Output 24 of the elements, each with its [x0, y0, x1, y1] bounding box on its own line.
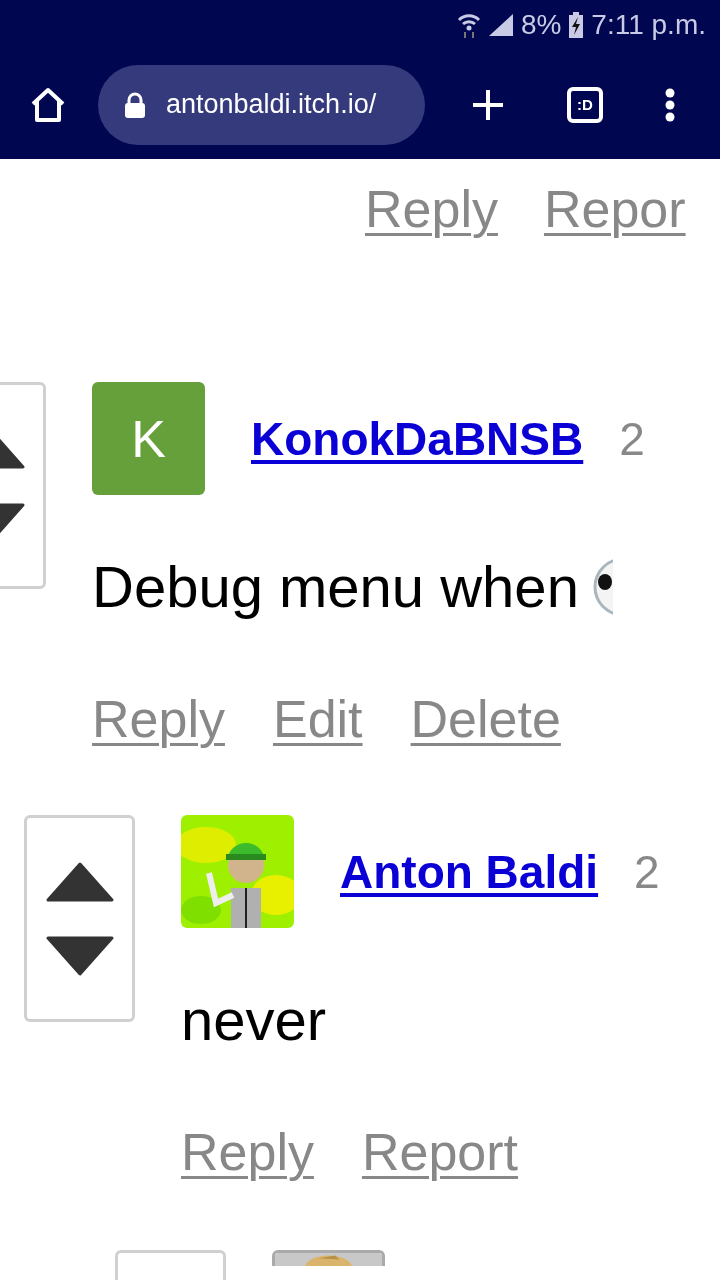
comment-date: 2 — [619, 415, 645, 462]
menu-icon[interactable] — [665, 87, 675, 122]
upvote-icon[interactable] — [45, 861, 114, 902]
comment-text: never — [181, 991, 327, 1049]
comment-action-link[interactable]: Repor — [543, 183, 686, 236]
plus-icon[interactable] — [471, 87, 505, 122]
tab-switcher-button[interactable]: :D — [567, 86, 603, 123]
username-link[interactable]: KonokDaBNSB — [251, 415, 584, 462]
user-avatar: K — [92, 382, 205, 495]
address-bar[interactable]: antonbaldi.itch.io/ — [98, 64, 425, 145]
clock-time: 7:11 p.m. — [591, 10, 706, 39]
comment-action-link[interactable]: Delete — [410, 693, 561, 745]
lock-icon — [124, 91, 146, 118]
downvote-icon[interactable] — [45, 935, 114, 976]
wifi-icon — [456, 11, 481, 38]
comment-action-link[interactable]: Edit — [272, 693, 363, 745]
comment-date: 2 — [634, 848, 660, 895]
signal-icon — [488, 13, 513, 36]
username-link[interactable]: Anton Baldi — [340, 848, 599, 895]
comment-action-link[interactable]: Reply — [365, 183, 498, 236]
home-icon[interactable] — [30, 86, 66, 123]
battery-charging-icon — [569, 11, 584, 38]
battery-percent: 8% — [520, 10, 562, 39]
url-text: antonbaldi.itch.io/ — [166, 88, 377, 122]
